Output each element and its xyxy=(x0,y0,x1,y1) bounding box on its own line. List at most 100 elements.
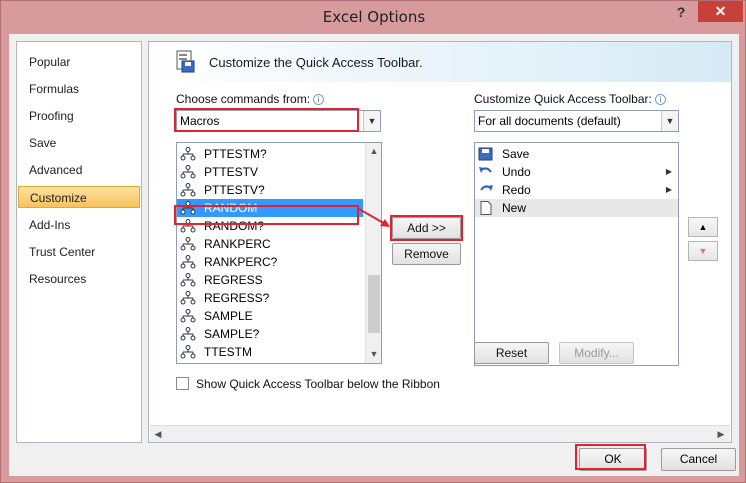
undo-icon xyxy=(478,165,494,179)
cancel-button[interactable]: Cancel xyxy=(661,448,736,471)
customize-qat-label-text: Customize Quick Access Toolbar: xyxy=(474,92,652,106)
command-list-item[interactable]: REGRESS? xyxy=(177,289,363,307)
qat-list-item[interactable]: Save xyxy=(475,145,678,163)
nav-item-formulas[interactable]: Formulas xyxy=(18,78,140,100)
qat-item-label: Undo xyxy=(502,165,531,179)
save-icon xyxy=(478,147,494,161)
ok-button[interactable]: OK xyxy=(579,448,647,471)
close-button[interactable]: ✕ xyxy=(698,1,743,22)
move-up-button[interactable]: ▲ xyxy=(688,217,718,237)
qat-list-item[interactable]: Redo ▶ xyxy=(475,181,678,199)
nav-item-advanced[interactable]: Advanced xyxy=(18,159,140,181)
qat-item-label: Redo xyxy=(502,183,531,197)
show-qat-below-ribbon-checkbox[interactable] xyxy=(176,377,189,390)
nav-item-trust-center[interactable]: Trust Center xyxy=(18,241,140,263)
customize-panel: Customize the Quick Access Toolbar. Choo… xyxy=(148,41,732,443)
command-list-item[interactable]: RANKPERC xyxy=(177,235,363,253)
macro-icon xyxy=(180,327,196,341)
command-list-item[interactable]: PTTESTM? xyxy=(177,145,363,163)
move-down-button[interactable]: ▼ xyxy=(688,241,718,261)
command-label: RANDOM xyxy=(204,201,258,215)
reset-button-label: Reset xyxy=(495,346,528,360)
command-list-item[interactable]: REGRESS xyxy=(177,271,363,289)
customize-qat-label: Customize Quick Access Toolbar: i xyxy=(474,92,666,106)
panel-horizontal-scrollbar[interactable]: ◀ ▶ xyxy=(150,425,730,442)
modify-button[interactable]: Modify... xyxy=(559,342,634,364)
qat-item-label: Save xyxy=(502,147,530,161)
nav-item-save[interactable]: Save xyxy=(18,132,140,154)
remove-button[interactable]: Remove xyxy=(392,243,461,265)
macro-icon xyxy=(180,183,196,197)
command-label: PTTESTV xyxy=(204,165,259,179)
remove-button-label: Remove xyxy=(404,247,449,261)
cancel-button-label: Cancel xyxy=(679,452,718,466)
nav-item-proofing[interactable]: Proofing xyxy=(18,105,140,127)
qat-list-item[interactable]: New xyxy=(475,199,678,217)
qat-commands-list[interactable]: Save Undo ▶ Redo ▶ New xyxy=(474,142,679,366)
excel-options-dialog: Excel Options ? ✕ Popular Formulas Proof… xyxy=(0,0,746,483)
info-icon: i xyxy=(654,94,666,105)
qat-list-item[interactable]: Undo ▶ xyxy=(475,163,678,181)
scroll-up-icon[interactable]: ▲ xyxy=(366,143,381,159)
scroll-thumb[interactable] xyxy=(368,275,380,333)
command-label: RANKPERC? xyxy=(204,255,278,269)
panel-banner: Customize the Quick Access Toolbar. xyxy=(149,42,731,82)
customize-qat-dropdown[interactable]: For all documents (default) ▼ xyxy=(474,110,679,132)
redo-icon xyxy=(478,183,494,197)
submenu-arrow-icon: ▶ xyxy=(665,167,672,176)
command-list-item[interactable]: RANDOM? xyxy=(177,217,363,235)
nav-item-resources[interactable]: Resources xyxy=(18,268,140,290)
modify-button-label: Modify... xyxy=(574,346,619,360)
info-icon: i xyxy=(313,94,325,105)
command-label: REGRESS? xyxy=(204,291,270,305)
title-bar[interactable]: Excel Options ? ✕ xyxy=(1,1,746,34)
move-down-icon: ▼ xyxy=(698,246,708,256)
scroll-left-icon[interactable]: ◀ xyxy=(150,426,166,442)
nav-item-customize[interactable]: Customize xyxy=(18,186,140,208)
command-list-item[interactable]: PTTESTV xyxy=(177,163,363,181)
macro-icon xyxy=(180,237,196,251)
dialog-body: Popular Formulas Proofing Save Advanced … xyxy=(9,34,739,476)
submenu-arrow-icon: ▶ xyxy=(665,185,672,194)
macro-icon xyxy=(180,165,196,179)
new-document-icon xyxy=(478,201,494,215)
macro-icon xyxy=(180,147,196,161)
choose-commands-value: Macros xyxy=(180,114,220,128)
commands-list[interactable]: ▲ ▼ PTTESTM? PTTESTV PTTESTV? RANDOM RANDOM?… xyxy=(176,142,382,364)
choose-commands-dropdown[interactable]: Macros ▼ xyxy=(176,110,381,132)
command-list-item[interactable]: PTTESTV? xyxy=(177,181,363,199)
scroll-down-icon[interactable]: ▼ xyxy=(366,346,381,362)
help-button[interactable]: ? xyxy=(668,1,694,23)
command-list-item[interactable]: RANDOM xyxy=(177,199,363,217)
macro-icon xyxy=(180,345,196,359)
scroll-right-icon[interactable]: ▶ xyxy=(713,426,729,442)
command-list-item[interactable]: RANKPERC? xyxy=(177,253,363,271)
command-label: RANKPERC xyxy=(204,237,271,251)
pointer-arrow-icon xyxy=(358,208,390,227)
command-list-item[interactable]: TTESTM xyxy=(177,343,363,361)
panel-title: Customize the Quick Access Toolbar. xyxy=(209,55,423,70)
customize-qat-value: For all documents (default) xyxy=(478,114,621,128)
macro-icon xyxy=(180,291,196,305)
choose-commands-label-text: Choose commands from: xyxy=(176,92,311,106)
commands-scrollbar[interactable]: ▲ ▼ xyxy=(365,143,381,363)
command-list-item[interactable]: SAMPLE xyxy=(177,307,363,325)
options-nav: Popular Formulas Proofing Save Advanced … xyxy=(16,41,142,443)
quick-access-toolbar-icon xyxy=(176,50,195,73)
chevron-down-icon[interactable]: ▼ xyxy=(661,111,678,131)
command-label: SAMPLE? xyxy=(204,327,260,341)
nav-item-add-ins[interactable]: Add-Ins xyxy=(18,214,140,236)
macro-icon xyxy=(180,201,196,215)
add-button[interactable]: Add >> xyxy=(392,217,461,239)
add-button-label: Add >> xyxy=(407,221,446,235)
move-up-icon: ▲ xyxy=(698,222,708,232)
command-label: SAMPLE xyxy=(204,309,253,323)
dialog-title: Excel Options xyxy=(322,8,426,26)
chevron-down-icon[interactable]: ▼ xyxy=(363,111,380,131)
macro-icon xyxy=(180,309,196,323)
command-list-item[interactable]: SAMPLE? xyxy=(177,325,363,343)
reset-button[interactable]: Reset xyxy=(474,342,549,364)
command-label: RANDOM? xyxy=(204,219,265,233)
nav-item-popular[interactable]: Popular xyxy=(18,51,140,73)
choose-commands-label: Choose commands from: i xyxy=(176,92,325,106)
